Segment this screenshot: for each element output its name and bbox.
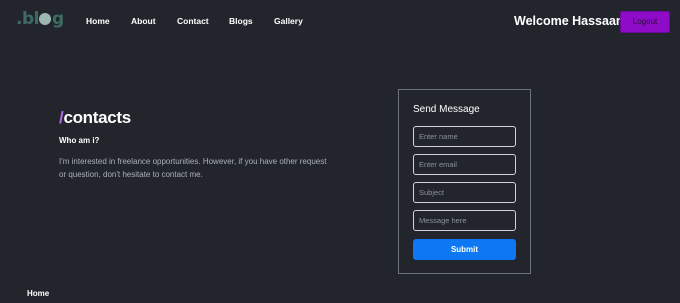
submit-button[interactable]: Submit (413, 239, 516, 260)
nav-link-about[interactable]: About (131, 16, 156, 26)
section-subtitle: Who am i? (59, 136, 100, 145)
send-message-form: Send Message Submit (398, 89, 531, 274)
nav-link-contact[interactable]: Contact (177, 16, 209, 26)
logo-circle-icon (39, 13, 52, 25)
subject-input[interactable] (413, 182, 516, 203)
name-input[interactable] (413, 126, 516, 147)
form-title: Send Message (413, 104, 480, 115)
nav-link-home[interactable]: Home (86, 16, 110, 26)
welcome-message: Welcome Hassaan! (514, 14, 628, 28)
logout-button[interactable]: Logout (620, 11, 670, 33)
message-input[interactable] (413, 210, 516, 231)
logo-text-suffix: g (51, 9, 64, 29)
section-description: I'm interested in freelance opportunitie… (59, 157, 327, 179)
nav-link-blogs[interactable]: Blogs (229, 16, 253, 26)
logo[interactable]: .bl g (16, 9, 64, 29)
page-title: /contacts (59, 108, 131, 128)
title-text: contacts (63, 108, 131, 127)
logo-text-prefix: .bl (16, 9, 39, 29)
email-input[interactable] (413, 154, 516, 175)
nav-link-gallery[interactable]: Gallery (274, 16, 303, 26)
footer-home-link[interactable]: Home (27, 289, 49, 298)
contact-page: .bl g Home About Contact Blogs Gallery We… (0, 0, 680, 303)
